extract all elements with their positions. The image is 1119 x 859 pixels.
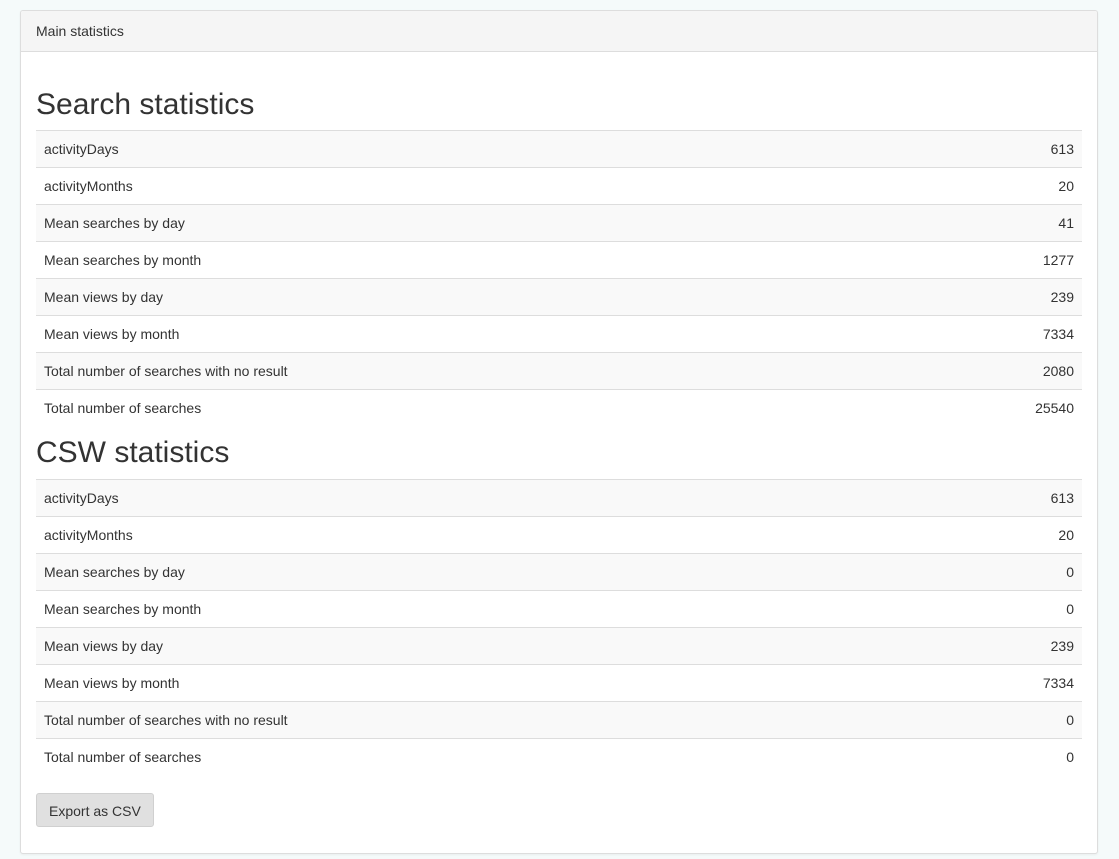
stat-value: 239 <box>899 278 1082 316</box>
table-row: Total number of searches 25540 <box>36 389 1082 427</box>
stat-label: activityDays <box>36 130 900 168</box>
stat-value: 20 <box>921 515 1082 553</box>
table-row: Mean views by month 7334 <box>36 663 1082 701</box>
stat-value: 0 <box>921 737 1082 775</box>
stat-label: Mean views by month <box>36 315 900 353</box>
table-row: Total number of searches with no result … <box>36 352 1082 390</box>
stat-label: Total number of searches with no result <box>36 700 922 738</box>
table-row: Mean searches by month 1277 <box>36 241 1082 279</box>
csw-statistics-title: CSW statistics <box>36 435 230 469</box>
table-row: Total number of searches 0 <box>36 737 1082 775</box>
stat-label: Mean views by month <box>36 663 922 701</box>
stat-value: 613 <box>921 478 1082 516</box>
table-row: Mean views by day 239 <box>36 278 1082 316</box>
table-row: activityDays 613 <box>36 478 1082 516</box>
stat-value: 7334 <box>899 315 1082 353</box>
table-row: Mean views by month 7334 <box>36 315 1082 353</box>
search-statistics-table: activityDays 613 activityMonths 20 Mean … <box>36 130 1082 427</box>
stat-label: Mean views by day <box>36 626 922 664</box>
stat-label: Mean searches by month <box>36 589 922 627</box>
stat-value: 25540 <box>899 389 1082 427</box>
table-row: activityMonths 20 <box>36 515 1082 553</box>
stat-value: 0 <box>921 552 1082 590</box>
table-row: Total number of searches with no result … <box>36 700 1082 738</box>
stat-value: 1277 <box>899 241 1082 279</box>
stat-value: 239 <box>921 626 1082 664</box>
panel-body: Search statistics activityDays 613 activ… <box>21 52 1097 827</box>
table-row: activityMonths 20 <box>36 167 1082 205</box>
csw-statistics-table: activityDays 613 activityMonths 20 Mean … <box>36 478 1082 775</box>
stat-value: 0 <box>921 700 1082 738</box>
stat-label: Mean searches by day <box>36 204 900 242</box>
stat-value: 0 <box>921 589 1082 627</box>
table-row: Mean searches by day 0 <box>36 552 1082 590</box>
stat-label: Total number of searches <box>36 389 900 427</box>
stat-label: Total number of searches <box>36 737 922 775</box>
table-row: Mean searches by month 0 <box>36 589 1082 627</box>
main-statistics-panel: Main statistics Search statistics activi… <box>20 10 1098 854</box>
stat-label: Mean searches by month <box>36 241 900 279</box>
stat-label: activityDays <box>36 478 922 516</box>
panel-heading: Main statistics <box>21 11 1097 52</box>
stat-label: Mean views by day <box>36 278 900 316</box>
stat-value: 41 <box>899 204 1082 242</box>
table-row: activityDays 613 <box>36 130 1082 168</box>
search-statistics-title: Search statistics <box>36 88 255 121</box>
stat-value: 2080 <box>899 352 1082 390</box>
table-row: Mean views by day 239 <box>36 626 1082 664</box>
stat-label: Mean searches by day <box>36 552 922 590</box>
stat-value: 7334 <box>921 663 1082 701</box>
stat-value: 20 <box>899 167 1082 205</box>
export-csv-button[interactable]: Export as CSV <box>36 793 154 827</box>
stat-label: activityMonths <box>36 167 900 205</box>
stat-label: Total number of searches with no result <box>36 352 900 390</box>
stat-value: 613 <box>899 130 1082 168</box>
stat-label: activityMonths <box>36 515 922 553</box>
table-row: Mean searches by day 41 <box>36 204 1082 242</box>
